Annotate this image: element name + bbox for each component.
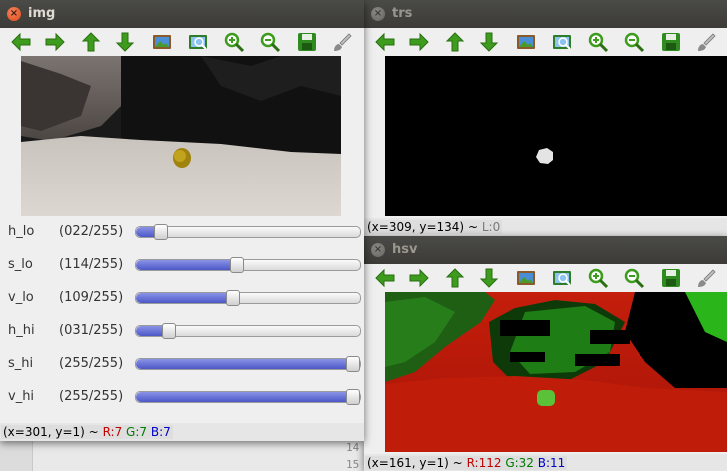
img-image[interactable] xyxy=(21,56,341,216)
pan-up-icon[interactable] xyxy=(444,267,466,289)
trackbar-value: (114/255) xyxy=(59,257,124,272)
trackbar-fill xyxy=(136,392,353,402)
trackbar-label: s_hi xyxy=(8,356,34,371)
background-line-number: 14 xyxy=(346,441,360,454)
window-title: hsv xyxy=(392,242,418,257)
zoom-original-icon[interactable] xyxy=(515,267,537,289)
trackbar-label: s_lo xyxy=(8,257,33,272)
trackbar-slider[interactable] xyxy=(135,356,361,372)
img-window: × img h_lo (022/255) s_lo (114/255) v_lo (109… xyxy=(0,0,364,441)
pan-down-icon[interactable] xyxy=(478,31,500,53)
status-readout: (x=301, y=1) ~ R:7 G:7 B:7 xyxy=(1,425,173,439)
zoom-in-icon[interactable] xyxy=(587,31,609,53)
zoom-out-icon[interactable] xyxy=(623,267,645,289)
window-title: img xyxy=(28,6,56,21)
pan-left-icon[interactable] xyxy=(374,31,396,53)
pan-down-icon[interactable] xyxy=(114,31,136,53)
trackbar-value: (109/255) xyxy=(59,290,124,305)
zoom-fit-icon[interactable] xyxy=(551,31,573,53)
background-line-number: 15 xyxy=(346,458,360,471)
trs-titlebar[interactable]: × trs xyxy=(364,0,727,28)
trackbar-label: v_lo xyxy=(8,290,34,305)
trackbar-handle[interactable] xyxy=(154,224,168,240)
zoom-fit-icon[interactable] xyxy=(551,267,573,289)
hsv-titlebar[interactable]: × hsv xyxy=(364,236,727,264)
trackbar-v-lo: v_lo (109/255) xyxy=(0,286,364,312)
zoom-fit-icon[interactable] xyxy=(187,31,209,53)
trackbar-slider[interactable] xyxy=(135,290,361,306)
zoom-in-icon[interactable] xyxy=(223,31,245,53)
close-icon[interactable]: × xyxy=(7,7,21,21)
trackbar-handle[interactable] xyxy=(230,257,244,273)
zoom-original-icon[interactable] xyxy=(515,31,537,53)
trackbar-s-hi: s_hi (255/255) xyxy=(0,352,364,378)
trackbar-fill xyxy=(136,359,353,369)
pan-left-icon[interactable] xyxy=(10,31,32,53)
close-icon[interactable]: × xyxy=(371,243,385,257)
trackbar-slider[interactable] xyxy=(135,389,361,405)
img-titlebar[interactable]: × img xyxy=(0,0,364,28)
zoom-in-icon[interactable] xyxy=(587,267,609,289)
trackbar-label: v_hi xyxy=(8,389,35,404)
trackbar-s-lo: s_lo (114/255) xyxy=(0,253,364,279)
status-readout: (x=161, y=1) ~ R:112 G:32 B:11 xyxy=(365,456,568,470)
hsv-window: × hsv (x=161, y=1) ~ R:112 G:32 B:11 xyxy=(364,236,727,471)
trackbar-value: (031/255) xyxy=(59,323,124,338)
trackbar-handle[interactable] xyxy=(162,323,176,339)
pan-right-icon[interactable] xyxy=(44,31,66,53)
hsv-scene xyxy=(385,292,727,452)
trackbar-handle[interactable] xyxy=(346,389,360,405)
trackbar-value: (022/255) xyxy=(59,224,124,239)
camera-scene xyxy=(21,56,341,216)
window-title: trs xyxy=(392,6,413,21)
trackbar-handle[interactable] xyxy=(226,290,240,306)
trackbar-panel: h_lo (022/255) s_lo (114/255) v_lo (109/255) h… xyxy=(0,220,364,418)
img-statusbar: (x=301, y=1) ~ R:7 G:7 B:7 xyxy=(0,423,364,441)
trs-image[interactable] xyxy=(385,56,727,216)
hsv-statusbar: (x=161, y=1) ~ R:112 G:32 B:11 xyxy=(364,454,727,471)
properties-brush-icon[interactable] xyxy=(330,31,352,53)
trs-statusbar: (x=309, y=134) ~ L:0 xyxy=(364,218,727,236)
save-icon[interactable] xyxy=(296,31,318,53)
trackbar-h-hi: h_hi (031/255) xyxy=(0,319,364,345)
trackbar-slider[interactable] xyxy=(135,224,361,240)
properties-brush-icon[interactable] xyxy=(694,267,716,289)
trackbar-h-lo: h_lo (022/255) xyxy=(0,220,364,246)
pan-right-icon[interactable] xyxy=(408,267,430,289)
trackbar-label: h_lo xyxy=(8,224,35,239)
save-icon[interactable] xyxy=(660,267,682,289)
status-readout: (x=309, y=134) ~ L:0 xyxy=(365,220,503,234)
trs-window: × trs (x=309, y=134) ~ L:0 xyxy=(364,0,727,236)
hsv-image[interactable] xyxy=(385,292,727,452)
hsv-toolbar xyxy=(364,264,727,292)
trs-toolbar xyxy=(364,28,727,56)
pan-right-icon[interactable] xyxy=(408,31,430,53)
pan-left-icon[interactable] xyxy=(374,267,396,289)
trackbar-fill xyxy=(136,260,237,270)
pan-down-icon[interactable] xyxy=(478,267,500,289)
trackbar-value: (255/255) xyxy=(59,389,124,404)
trackbar-slider[interactable] xyxy=(135,257,361,273)
trackbar-fill xyxy=(136,293,233,303)
close-icon[interactable]: × xyxy=(371,7,385,21)
save-icon[interactable] xyxy=(660,31,682,53)
trackbar-value: (255/255) xyxy=(59,356,124,371)
threshold-blob xyxy=(536,148,553,164)
trackbar-handle[interactable] xyxy=(346,356,360,372)
trackbar-slider[interactable] xyxy=(135,323,361,339)
properties-brush-icon[interactable] xyxy=(694,31,716,53)
zoom-out-icon[interactable] xyxy=(623,31,645,53)
zoom-original-icon[interactable] xyxy=(151,31,173,53)
trackbar-v-hi: v_hi (255/255) xyxy=(0,385,364,411)
zoom-out-icon[interactable] xyxy=(259,31,281,53)
img-toolbar xyxy=(0,28,364,56)
trackbar-label: h_hi xyxy=(8,323,35,338)
pan-up-icon[interactable] xyxy=(444,31,466,53)
pan-up-icon[interactable] xyxy=(80,31,102,53)
